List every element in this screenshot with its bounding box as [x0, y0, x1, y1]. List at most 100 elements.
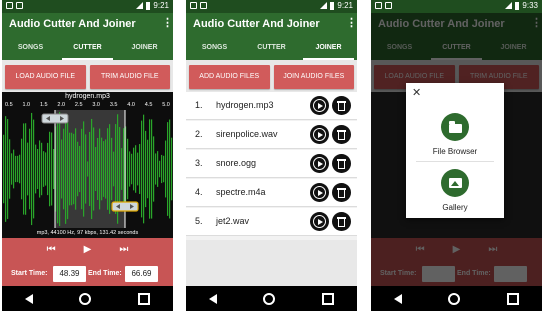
waveform-bar	[103, 141, 105, 197]
waveform-bar	[107, 128, 109, 210]
trash-icon[interactable]	[332, 125, 351, 144]
list-item[interactable]: 5. jet2.wav	[186, 208, 357, 236]
home-icon[interactable]	[448, 292, 461, 305]
time-range-bar: Start Time: 48.39 End Time: 66.69	[2, 262, 173, 286]
trim-audio-button[interactable]: TRIM AUDIO FILE	[89, 65, 170, 89]
tab-songs[interactable]: SONGS	[186, 38, 243, 60]
waveform-bar	[61, 139, 63, 199]
folder-icon[interactable]	[441, 113, 469, 141]
waveform-bar	[17, 155, 19, 183]
file-number: 2.	[195, 129, 203, 139]
timeline-tick: 3.5	[109, 102, 118, 108]
file-number: 1.	[195, 100, 203, 110]
back-icon[interactable]	[25, 293, 34, 304]
waveform-bar	[159, 160, 161, 178]
waveform-bar	[151, 119, 153, 219]
list-item[interactable]: 4. spectre.m4a	[186, 179, 357, 207]
file-name: spectre.m4a	[216, 187, 266, 197]
joiner-screen: 9:21 Audio Cutter And Joiner ⋮ SONGS CUT…	[186, 0, 357, 311]
audio-info: mp3, 44100 Hz, 97 kbps, 131.42 seconds	[36, 230, 139, 236]
play-icon[interactable]	[310, 154, 329, 173]
timeline-tick: 2.0	[57, 102, 66, 108]
play-icon[interactable]	[310, 212, 329, 231]
waveform-bar	[163, 155, 165, 183]
tab-cutter[interactable]: CUTTER	[243, 38, 300, 60]
play-icon[interactable]	[310, 96, 329, 115]
battery-icon	[515, 1, 520, 10]
start-marker-handle[interactable]	[41, 113, 69, 124]
waveform-bar	[13, 149, 15, 189]
previous-icon[interactable]: ⏮	[47, 245, 56, 255]
next-icon[interactable]: ⏭	[119, 245, 128, 255]
waveform-bar	[141, 120, 143, 218]
end-time-field[interactable]: 66.69	[125, 266, 158, 282]
file-browser-option[interactable]: File Browser	[406, 147, 504, 156]
end-marker-handle[interactable]	[111, 201, 139, 212]
waveform-bar	[19, 154, 21, 184]
waveform-bar	[169, 119, 171, 219]
image-icon[interactable]	[441, 169, 469, 197]
divider	[416, 161, 494, 162]
waveform-bar	[51, 132, 53, 206]
waveform-bar	[129, 151, 131, 187]
tab-joiner[interactable]: JOINER	[300, 38, 357, 60]
play-icon[interactable]	[310, 183, 329, 202]
waveform-bar	[79, 145, 81, 193]
file-name: sirenpolice.wav	[216, 129, 278, 139]
trash-icon[interactable]	[332, 183, 351, 202]
waveform-bar	[73, 133, 75, 205]
back-icon[interactable]	[394, 293, 403, 304]
tab-bar: SONGS CUTTER JOINER	[186, 38, 357, 60]
waveform-view[interactable]: hydrogen.mp3 0.5 1.0 1.5 2.0 2.5 3.0 3.5…	[2, 92, 173, 238]
join-audio-button[interactable]: JOIN AUDIO FILES	[273, 65, 354, 89]
waveform-graphic	[3, 110, 173, 228]
overflow-menu-icon[interactable]: ⋮	[346, 18, 357, 29]
system-nav-bar	[371, 286, 542, 311]
status-bar: 9:21	[186, 0, 357, 13]
trash-icon[interactable]	[332, 154, 351, 173]
close-icon[interactable]: ✕	[412, 88, 421, 99]
overflow-menu-icon[interactable]: ⋮	[162, 18, 173, 29]
play-icon[interactable]: ▶	[84, 245, 92, 255]
home-icon[interactable]	[263, 292, 276, 305]
tab-cutter[interactable]: CUTTER	[59, 38, 116, 60]
trash-icon[interactable]	[332, 212, 351, 231]
add-audio-button[interactable]: ADD AUDIO FILES	[189, 65, 270, 89]
recents-icon[interactable]	[137, 292, 150, 305]
load-audio-button[interactable]: LOAD AUDIO FILE	[5, 65, 86, 89]
trash-icon[interactable]	[332, 96, 351, 115]
list-item[interactable]: 2. sirenpolice.wav	[186, 121, 357, 149]
tab-joiner[interactable]: JOINER	[116, 38, 173, 60]
waveform-bar	[121, 148, 123, 190]
waveform-bar	[85, 134, 87, 204]
start-time-label: Start Time:	[11, 270, 48, 277]
app-bar: Audio Cutter And Joiner ⋮	[2, 13, 173, 38]
list-item[interactable]: 1. hydrogen.mp3	[186, 92, 357, 120]
recents-icon[interactable]	[506, 292, 519, 305]
waveform-bar	[81, 128, 83, 210]
back-icon[interactable]	[209, 293, 218, 304]
waveform-bar	[53, 149, 55, 189]
app-title: Audio Cutter And Joiner	[193, 18, 320, 30]
status-time: 9:21	[153, 1, 169, 10]
signal-icon	[505, 2, 513, 9]
system-nav-bar	[186, 286, 357, 311]
waveform-bar	[147, 139, 149, 199]
list-item[interactable]: 3. snore.ogg	[186, 150, 357, 178]
tab-songs[interactable]: SONGS	[2, 38, 59, 60]
start-time-field[interactable]: 48.39	[53, 266, 86, 282]
notification-icon	[385, 2, 392, 9]
waveform-bar	[47, 142, 49, 196]
waveform-bar	[7, 119, 9, 219]
waveform-file-name: hydrogen.mp3	[65, 93, 110, 100]
app-title: Audio Cutter And Joiner	[9, 18, 136, 30]
waveform-bar	[23, 123, 25, 215]
timeline-tick: 1.0	[22, 102, 31, 108]
play-icon[interactable]	[310, 125, 329, 144]
file-number: 5.	[195, 216, 203, 226]
end-time-label: End Time:	[88, 270, 122, 277]
waveform-bar	[77, 141, 79, 197]
recents-icon[interactable]	[321, 292, 334, 305]
home-icon[interactable]	[79, 292, 92, 305]
gallery-option[interactable]: Gallery	[406, 203, 504, 212]
